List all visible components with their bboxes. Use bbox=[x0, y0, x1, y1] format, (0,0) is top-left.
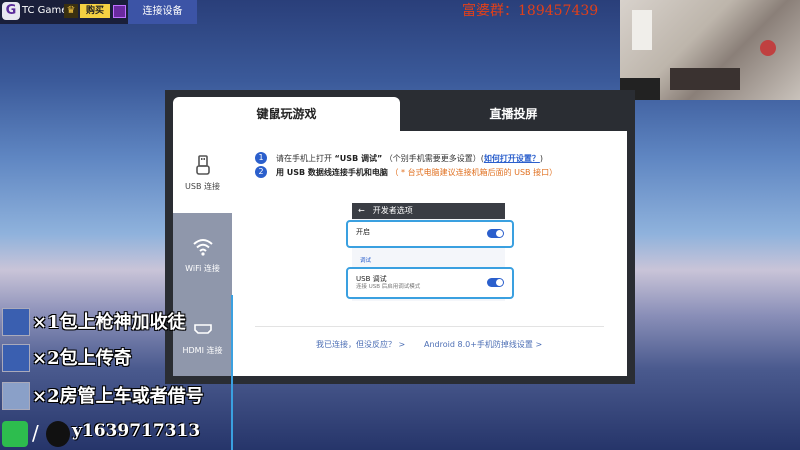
usb-debug-toggle bbox=[487, 278, 504, 287]
promo-line-3: ×2房管上车或者借号 bbox=[0, 380, 240, 410]
separator-slash: / bbox=[32, 421, 39, 445]
android8-settings-link[interactable]: Android 8.0+手机防掉线设置 > bbox=[424, 339, 542, 350]
not-responding-link[interactable]: 我已连接，但没反应？ > bbox=[316, 339, 405, 350]
usb-debug-sub: 连接 USB 后启用调试模式 bbox=[356, 284, 421, 290]
sidebar-item-label: USB 连接 bbox=[185, 182, 220, 191]
qq-number: y1639717313 bbox=[72, 421, 201, 441]
sidebar-item-label: WiFi 连接 bbox=[185, 264, 220, 273]
wifi-icon bbox=[192, 239, 213, 256]
usb-icon bbox=[195, 155, 210, 175]
airplane-icon bbox=[2, 382, 30, 410]
tab-live-cast[interactable]: 直播投屏 bbox=[400, 97, 627, 131]
rocket-icon bbox=[2, 308, 30, 336]
tab-keyboard-mouse[interactable]: 键鼠玩游戏 bbox=[173, 97, 400, 131]
enable-toggle bbox=[487, 229, 504, 238]
sidebar-item-wifi[interactable]: WiFi 连接 bbox=[173, 213, 232, 295]
arrow-left-icon: ← bbox=[358, 206, 365, 215]
connection-sidebar: USB 连接 WiFi 连接 HDMI 连接 bbox=[173, 131, 232, 376]
tab-connect-device[interactable]: 连接设备 bbox=[128, 0, 197, 24]
step-1-text: 请在手机上打开 “USB 调试” （个别手机需要更多设置）(如何打开设置？) bbox=[276, 154, 543, 163]
wechat-icon bbox=[2, 421, 28, 447]
menu-icon[interactable] bbox=[113, 5, 126, 18]
step-2-badge: 2 bbox=[255, 166, 267, 178]
promo-line-2: ×2包上传奇 bbox=[0, 342, 240, 372]
phone-header: ← 开发者选项 bbox=[352, 203, 505, 219]
how-to-setup-link[interactable]: 如何打开设置？ bbox=[484, 154, 540, 163]
crown-icon[interactable]: ♛ bbox=[64, 4, 78, 18]
enable-label: 开启 bbox=[356, 228, 370, 236]
highlight-bar bbox=[231, 295, 233, 450]
buy-button[interactable]: 购买 bbox=[80, 4, 110, 18]
app-logo: G bbox=[2, 2, 20, 20]
debug-section-label: 调试 bbox=[360, 258, 372, 264]
step-2-text: 用 USB 数据线连接手机和电脑 （ * 台式电脑建议连接机箱后面的 USB 接… bbox=[276, 168, 558, 177]
webcam-overlay bbox=[620, 0, 800, 100]
step-1-badge: 1 bbox=[255, 152, 267, 164]
qq-penguin-icon bbox=[46, 421, 70, 447]
promo-line-1: ×1包上枪神加收徒 bbox=[0, 306, 240, 336]
sidebar-item-usb[interactable]: USB 连接 bbox=[173, 131, 232, 213]
phone-settings-preview: ← 开发者选项 开启 调试 USB 调试 连接 USB 后启用调试模式 bbox=[346, 203, 514, 301]
qq-group-text: 富婆群：189457439 bbox=[462, 3, 599, 19]
usb-debug-row: USB 调试 连接 USB 后启用调试模式 bbox=[346, 267, 514, 299]
enable-option-row: 开启 bbox=[346, 220, 514, 248]
divider bbox=[255, 326, 604, 327]
rocket-icon bbox=[2, 344, 30, 372]
